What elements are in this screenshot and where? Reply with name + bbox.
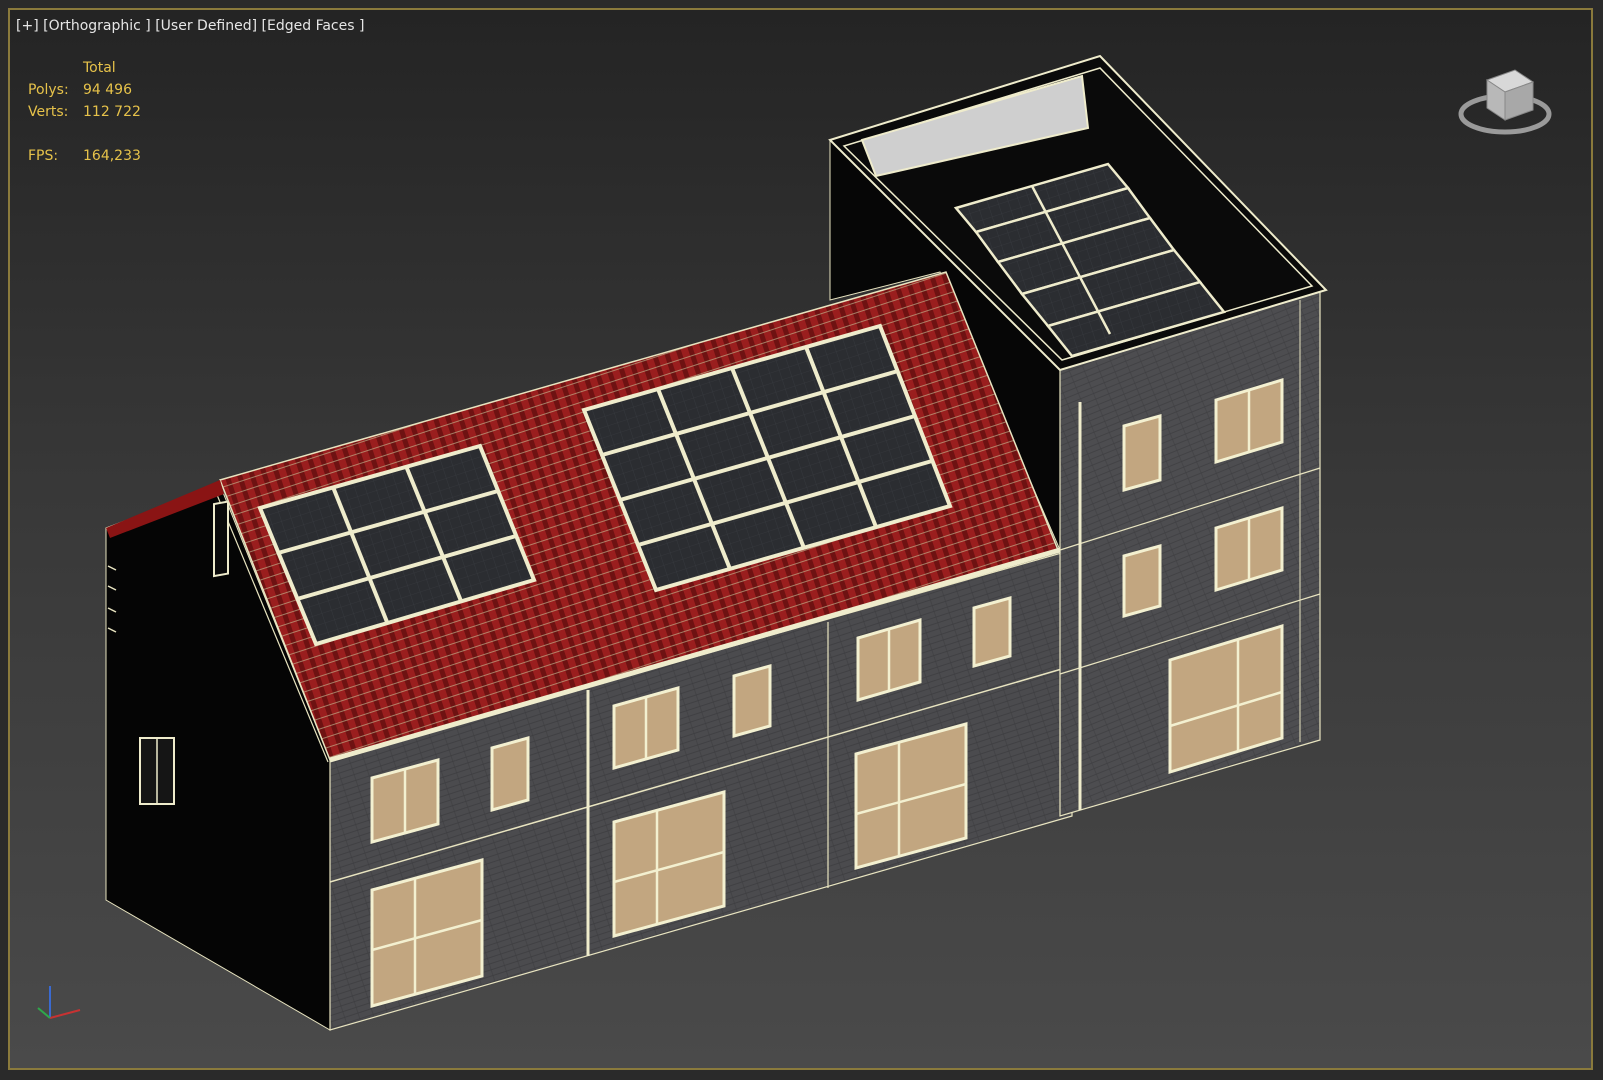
polys-label: Polys:: [28, 82, 69, 98]
window-upper-2: [490, 736, 530, 812]
axis-tripod-icon: [37, 986, 81, 1019]
viewcube-icon[interactable]: [1453, 58, 1563, 148]
viewport-view-mode[interactable]: [Orthographic ]: [43, 18, 151, 34]
viewport-edges-mode[interactable]: [Edged Faces ]: [262, 18, 365, 34]
fps-value: 164,233: [83, 148, 141, 164]
tower-window-3: [1122, 544, 1162, 618]
verts-value: 112 722: [83, 104, 141, 120]
viewport-shading-mode[interactable]: [User Defined]: [155, 18, 257, 34]
viewport-perspective[interactable]: [+] [Orthographic ] [User Defined] [Edge…: [8, 8, 1593, 1070]
viewport-label[interactable]: [+] [Orthographic ] [User Defined] [Edge…: [16, 18, 364, 34]
window-upper-6: [972, 596, 1012, 668]
fps-label: FPS:: [28, 148, 59, 164]
gable-window-upper: [213, 500, 229, 578]
building-model[interactable]: [10, 10, 1593, 1070]
tower-window-1: [1122, 414, 1162, 492]
stats-header: Total: [83, 60, 116, 76]
viewport-menu-plus[interactable]: [+]: [16, 18, 39, 34]
verts-label: Verts:: [28, 104, 69, 120]
window-upper-4: [732, 664, 772, 738]
polys-value: 94 496: [83, 82, 132, 98]
